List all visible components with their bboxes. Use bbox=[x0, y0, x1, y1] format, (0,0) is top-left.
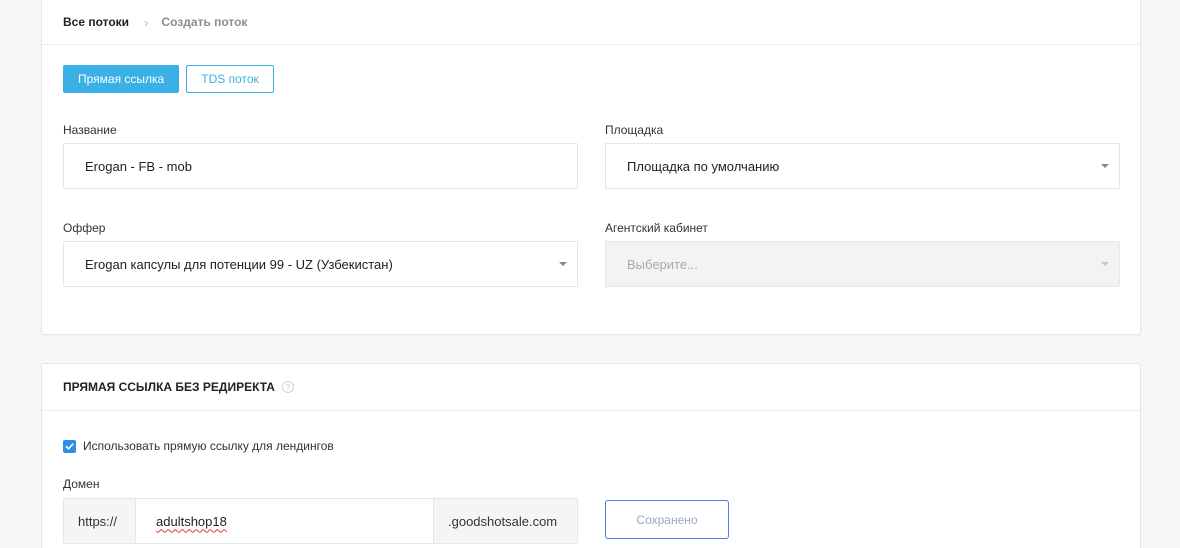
tab-tds-flow[interactable]: TDS поток bbox=[186, 65, 274, 93]
offer-select-value: Erogan капсулы для потенции 99 - UZ (Узб… bbox=[85, 256, 393, 272]
domain-input[interactable]: adultshop18 bbox=[136, 499, 433, 543]
tab-direct-link[interactable]: Прямая ссылка bbox=[63, 65, 180, 93]
saved-button[interactable]: Сохранено bbox=[605, 500, 729, 539]
breadcrumb-create-flow: Создать поток bbox=[161, 15, 248, 29]
domain-suffix: .goodshotsale.com bbox=[433, 499, 577, 543]
platform-select[interactable]: Площадка по умолчанию bbox=[605, 143, 1120, 189]
direct-link-card: ПРЯМАЯ ССЫЛКА БЕЗ РЕДИРЕКТА ? Использова… bbox=[41, 363, 1141, 548]
caret-down-icon bbox=[559, 262, 567, 266]
offer-select[interactable]: Erogan капсулы для потенции 99 - UZ (Узб… bbox=[63, 241, 578, 287]
domain-input-value: adultshop18 bbox=[156, 513, 227, 529]
platform-label: Площадка bbox=[605, 123, 664, 137]
platform-select-value: Площадка по умолчанию bbox=[627, 158, 780, 174]
flow-type-tabs: Прямая ссылка TDS поток bbox=[63, 65, 274, 93]
chevron-right-icon: › bbox=[144, 14, 149, 30]
agent-cabinet-placeholder: Выберите... bbox=[627, 256, 698, 272]
agent-cabinet-label: Агентский кабинет bbox=[605, 221, 708, 235]
name-input-value: Erogan - FB - mob bbox=[85, 158, 192, 174]
breadcrumb: Все потоки › Создать поток bbox=[42, 0, 1140, 45]
question-circle-icon[interactable]: ? bbox=[281, 381, 294, 393]
name-input[interactable]: Erogan - FB - mob bbox=[63, 143, 578, 189]
domain-input-group: https:// adultshop18 .goodshotsale.com bbox=[63, 498, 578, 544]
direct-link-header: ПРЯМАЯ ССЫЛКА БЕЗ РЕДИРЕКТА ? bbox=[42, 364, 1140, 411]
agent-cabinet-select[interactable]: Выберите... bbox=[605, 241, 1120, 287]
section-title: ПРЯМАЯ ССЫЛКА БЕЗ РЕДИРЕКТА bbox=[63, 380, 275, 394]
flow-settings-card: Все потоки › Создать поток Прямая ссылка… bbox=[41, 0, 1141, 335]
domain-label: Домен bbox=[63, 477, 100, 491]
caret-down-icon bbox=[1101, 262, 1109, 266]
checkbox-label: Использовать прямую ссылку для лендингов bbox=[83, 439, 334, 453]
use-direct-link-checkbox-row[interactable]: Использовать прямую ссылку для лендингов bbox=[63, 439, 334, 453]
domain-prefix: https:// bbox=[64, 499, 136, 543]
check-icon bbox=[65, 442, 74, 450]
breadcrumb-all-flows[interactable]: Все потоки bbox=[63, 15, 129, 29]
name-label: Название bbox=[63, 123, 117, 137]
offer-label: Оффер bbox=[63, 221, 106, 235]
caret-down-icon bbox=[1101, 164, 1109, 168]
checkbox-checked[interactable] bbox=[63, 439, 76, 453]
